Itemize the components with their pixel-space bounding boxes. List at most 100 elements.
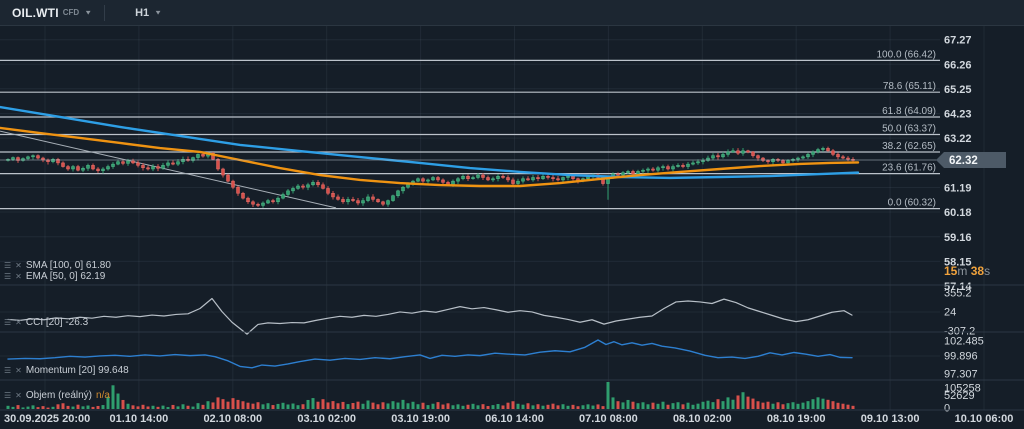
volume-bar xyxy=(662,402,665,409)
volume-bar xyxy=(32,405,35,409)
candle-body xyxy=(257,204,260,205)
volume-bar xyxy=(712,402,715,409)
volume-bar xyxy=(492,405,495,409)
candle-body xyxy=(282,195,285,199)
candle-body xyxy=(337,197,340,199)
candle-body xyxy=(142,165,145,167)
volume-bar xyxy=(127,404,130,409)
volume-bar xyxy=(237,400,240,409)
candle-body xyxy=(727,152,730,154)
volume-bar xyxy=(257,402,260,409)
candle-body xyxy=(782,160,785,162)
time-axis-label: 07.10 08:00 xyxy=(579,413,638,425)
momentum-axis-label: 102.485 xyxy=(944,336,984,348)
volume-bar xyxy=(132,405,135,409)
candle-body xyxy=(82,168,85,170)
volume-bars-layer xyxy=(7,382,855,409)
time-axis-label: 08.10 19:00 xyxy=(767,413,826,425)
indicator-settings-icon[interactable]: ☰ xyxy=(4,262,11,270)
indicator-settings-icon[interactable]: ☰ xyxy=(4,273,11,281)
volume-bar xyxy=(57,404,60,409)
volume-bar xyxy=(382,402,385,409)
indicator-remove-icon[interactable]: ✕ xyxy=(15,367,22,375)
candle-body xyxy=(12,158,15,160)
cci-line[interactable] xyxy=(8,299,852,335)
indicator-remove-icon[interactable]: ✕ xyxy=(15,273,22,281)
candle-body xyxy=(632,171,635,173)
volume-bar xyxy=(22,407,25,409)
candle-body xyxy=(742,151,745,153)
volume-bar xyxy=(812,399,815,409)
candle-body xyxy=(662,167,665,168)
indicator-remove-icon[interactable]: ✕ xyxy=(15,319,22,327)
indicator-settings-icon[interactable]: ☰ xyxy=(4,319,11,327)
candle-body xyxy=(352,199,355,200)
volume-bar xyxy=(152,406,155,409)
candle-body xyxy=(222,169,225,175)
candle-body xyxy=(157,167,160,169)
indicator-remove-icon[interactable]: ✕ xyxy=(15,392,22,400)
momentum-legend-label: Momentum [20] 99.648 xyxy=(26,365,129,376)
candle-body xyxy=(72,167,75,169)
volume-bar xyxy=(267,403,270,409)
price-axis-label: 64.23 xyxy=(944,109,972,121)
volume-bar xyxy=(797,404,800,409)
volume-bar xyxy=(757,401,760,409)
candle-body xyxy=(442,180,445,182)
volume-bar xyxy=(777,402,780,409)
volume-bar xyxy=(732,400,735,409)
candle-body xyxy=(747,151,750,152)
volume-bar xyxy=(782,404,785,409)
candle-body xyxy=(342,199,345,201)
candle-body xyxy=(657,168,660,170)
candle-body xyxy=(92,165,95,169)
candle-body xyxy=(147,168,150,169)
volume-bar xyxy=(297,405,300,409)
volume-bar xyxy=(362,404,365,409)
candle-body xyxy=(247,198,250,202)
volume-bar xyxy=(92,407,95,409)
candle-body xyxy=(567,176,570,177)
volume-bar xyxy=(232,398,235,409)
indicator-legend-volume: ☰ ✕ Objem (reálný) n/a xyxy=(4,390,110,401)
volume-bar xyxy=(702,402,705,409)
instrument-type-label: CFD xyxy=(63,8,79,17)
indicator-remove-icon[interactable]: ✕ xyxy=(15,262,22,270)
volume-bar xyxy=(677,402,680,409)
momentum-line[interactable] xyxy=(8,340,852,368)
volume-bar xyxy=(687,403,690,409)
volume-bar xyxy=(427,405,430,409)
volume-bar xyxy=(357,402,360,409)
price-axis-label: 60.18 xyxy=(944,207,972,219)
volume-bar xyxy=(137,406,140,409)
candle-body xyxy=(77,167,80,171)
fib-level-label: 50.0 (63.37) xyxy=(882,123,936,134)
indicator-settings-icon[interactable]: ☰ xyxy=(4,367,11,375)
candle-body xyxy=(502,176,505,177)
volume-bar xyxy=(462,406,465,409)
chart-canvas[interactable]: 100.0 (66.42)78.6 (65.11)61.8 (64.09)50.… xyxy=(0,0,1024,429)
candle-body xyxy=(652,169,655,170)
volume-bar xyxy=(452,405,455,409)
candle-body xyxy=(622,173,625,175)
price-axis-label: 59.16 xyxy=(944,232,972,244)
candle-body xyxy=(347,199,350,201)
cci-legend-label: CCI [20] -26.3 xyxy=(26,317,88,328)
cci-axis-label: 355.2 xyxy=(944,288,972,300)
candle-countdown-timer: 15m 38s xyxy=(944,264,990,278)
indicator-settings-icon[interactable]: ☰ xyxy=(4,392,11,400)
candle-body xyxy=(537,177,540,178)
candle-body xyxy=(107,167,110,169)
candle-body xyxy=(327,188,330,193)
instrument-dropdown[interactable]: OIL.WTI CFD ▼ xyxy=(0,0,104,25)
volume-bar xyxy=(377,404,380,409)
volume-bar xyxy=(532,405,535,409)
timeframe-dropdown[interactable]: H1 ▼ xyxy=(105,0,174,25)
volume-bar xyxy=(592,406,595,409)
candle-body xyxy=(302,186,305,187)
volume-bar xyxy=(517,404,520,409)
timer-minutes-unit: m xyxy=(957,264,967,278)
volume-bar xyxy=(522,405,525,409)
volume-bar xyxy=(542,406,545,409)
candle-body xyxy=(217,159,220,169)
